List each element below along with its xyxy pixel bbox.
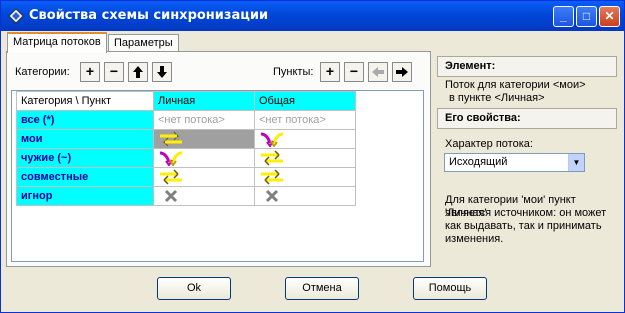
row-header-shared[interactable]: совместные (16, 167, 154, 187)
dialog-window: Свойства схемы синхронизации _ □ ✕ Матри… (0, 0, 625, 313)
table-row: чужие (~) (16, 148, 356, 168)
properties-panel: Элемент: Поток для категории <мои> в пун… (437, 51, 617, 267)
arrow-down-icon (157, 66, 167, 78)
chevron-down-icon[interactable]: ▼ (568, 154, 584, 171)
matrix-cell[interactable]: <нет потока> (254, 110, 356, 130)
arrow-left-icon (372, 67, 384, 77)
row-header-others[interactable]: чужие (~) (16, 148, 154, 168)
remove-point-button[interactable]: − (344, 62, 364, 82)
move-category-up-button[interactable] (128, 62, 148, 82)
sync-both-icon (160, 131, 182, 147)
title-bar[interactable]: Свойства схемы синхронизации _ □ ✕ (1, 1, 624, 31)
row-header-ignore[interactable]: игнор (16, 186, 154, 206)
close-button[interactable]: ✕ (599, 6, 620, 27)
stream-type-select[interactable]: Исходящий ▼ (444, 153, 585, 172)
help-button[interactable]: Помощь (413, 277, 487, 300)
matrix-cell[interactable] (153, 167, 255, 187)
sync-both-icon (261, 150, 283, 166)
tab-stream-matrix[interactable]: Матрица потоков (7, 32, 107, 53)
move-point-left-button[interactable] (368, 62, 388, 82)
sync-both-icon (160, 169, 182, 185)
table-row: мои (16, 129, 356, 149)
matrix-cell[interactable] (254, 129, 356, 149)
arrow-up-icon (133, 66, 143, 78)
tab-parameters[interactable]: Параметры (108, 34, 179, 52)
column-header-personal[interactable]: Личная (153, 91, 255, 111)
stream-type-label: Характер потока: (445, 138, 533, 150)
add-point-button[interactable]: + (320, 62, 340, 82)
element-section-header: Элемент: (437, 56, 617, 77)
ignore-x-icon (164, 189, 178, 203)
matrix-cell[interactable] (254, 186, 356, 206)
points-label: Пункты: (273, 66, 314, 78)
maximize-button[interactable]: □ (576, 6, 597, 27)
sync-app-icon (8, 8, 24, 24)
sync-both-icon (261, 169, 283, 185)
matrix-cell[interactable] (254, 148, 356, 168)
column-header-common[interactable]: Общая (254, 91, 356, 111)
stream-matrix-table: Категория \ Пункт Личная Общая все (*) <… (16, 91, 356, 206)
table-row: совместные (16, 167, 356, 187)
matrix-cell[interactable] (153, 186, 255, 206)
stream-type-value: Исходящий (449, 156, 508, 168)
stream-matrix-grid: Категория \ Пункт Личная Общая все (*) <… (11, 90, 424, 262)
categories-label: Категории: (15, 66, 70, 78)
sync-in-icon (260, 132, 284, 147)
move-point-right-button[interactable] (392, 62, 412, 82)
props-section-header: Его свойства: (437, 108, 617, 129)
matrix-panel: Категории: + − Пункты: + − Категория \ П… (6, 51, 431, 267)
element-line-2: в пункте <Личная> (449, 92, 545, 104)
matrix-header-row: Категория \ Пункт Личная Общая (16, 91, 356, 111)
arrow-right-icon (396, 67, 408, 77)
row-header-all[interactable]: все (*) (16, 110, 154, 130)
matrix-cell[interactable]: <нет потока> (153, 110, 255, 130)
minimize-button[interactable]: _ (553, 6, 574, 27)
matrix-cell-selected[interactable] (153, 129, 255, 149)
sync-in-icon (159, 151, 183, 166)
table-row: игнор (16, 186, 356, 206)
cancel-button[interactable]: Отмена (285, 277, 359, 300)
matrix-cell[interactable] (153, 148, 255, 168)
add-category-button[interactable]: + (80, 62, 100, 82)
element-line-1: Поток для категории <мои> (445, 79, 586, 91)
matrix-corner-header: Категория \ Пункт (16, 91, 154, 111)
description-line-3: как выдавать, так и принимать (445, 220, 602, 232)
window-title: Свойства схемы синхронизации (29, 8, 269, 23)
matrix-cell[interactable] (254, 167, 356, 187)
table-row: все (*) <нет потока> <нет потока> (16, 110, 356, 130)
button-bar: Ok Отмена Помощь (1, 267, 624, 312)
ignore-x-icon (265, 189, 279, 203)
description-line-2: является источником: он может (445, 207, 607, 219)
ok-button[interactable]: Ok (157, 277, 231, 300)
row-header-mine[interactable]: мои (16, 129, 154, 149)
remove-category-button[interactable]: − (104, 62, 124, 82)
move-category-down-button[interactable] (152, 62, 172, 82)
description-line-4: изменения. (445, 233, 504, 245)
